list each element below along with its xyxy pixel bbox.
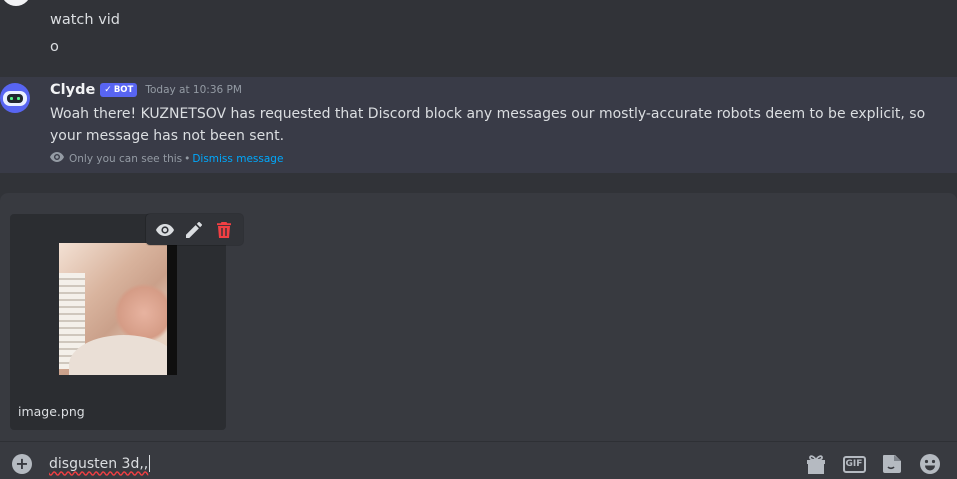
clyde-ephemeral-message: Clyde ✓ BOT Today at 10:36 PM Woah there… [0,77,957,173]
add-attachment-button[interactable]: + [12,454,32,474]
user-avatar[interactable] [1,0,31,6]
message-body: Woah there! KUZNETSOV has requested that… [50,106,926,144]
ephemeral-text: Only you can see this [69,152,183,165]
composer-divider [0,441,957,442]
message-timestamp: Today at 10:36 PM [145,84,242,96]
bot-tag: ✓ BOT [100,83,138,97]
check-icon: ✓ [104,85,112,95]
gif-icon[interactable]: GIF [842,452,866,476]
gift-icon[interactable] [804,452,828,476]
attachment-actions [146,214,243,245]
clyde-avatar[interactable] [0,83,30,113]
plus-icon: + [15,454,29,473]
message-input-value: disgusten 3d,, [49,455,149,472]
attachment-image [59,243,177,375]
dismiss-message-link[interactable]: Dismiss message [192,153,283,165]
sticker-icon[interactable] [880,452,904,476]
bot-tag-label: BOT [113,85,134,95]
message-composer: image.png + disgusten 3d,, GIF [0,193,957,479]
ephemeral-notice: Only you can see this • Dismiss message [50,152,283,165]
eye-icon[interactable] [154,219,176,241]
eye-icon [50,152,64,165]
author-name[interactable]: Clyde [50,82,95,98]
pencil-icon[interactable] [183,219,205,241]
emoji-icon[interactable] [918,452,942,476]
message-text: o [50,39,59,55]
message-text: ls [50,0,62,2]
composer-icon-bar: GIF [790,452,942,476]
trash-icon[interactable] [213,219,235,241]
attachment-preview[interactable]: image.png [10,214,226,430]
message-input[interactable]: disgusten 3d,, [49,455,151,472]
text-caret [149,455,151,472]
message-text: watch vid [50,12,121,28]
message-header: Clyde ✓ BOT Today at 10:36 PM [50,82,242,98]
gif-label: GIF [842,455,866,473]
separator: • [184,152,191,165]
attachment-filename: image.png [18,404,85,419]
